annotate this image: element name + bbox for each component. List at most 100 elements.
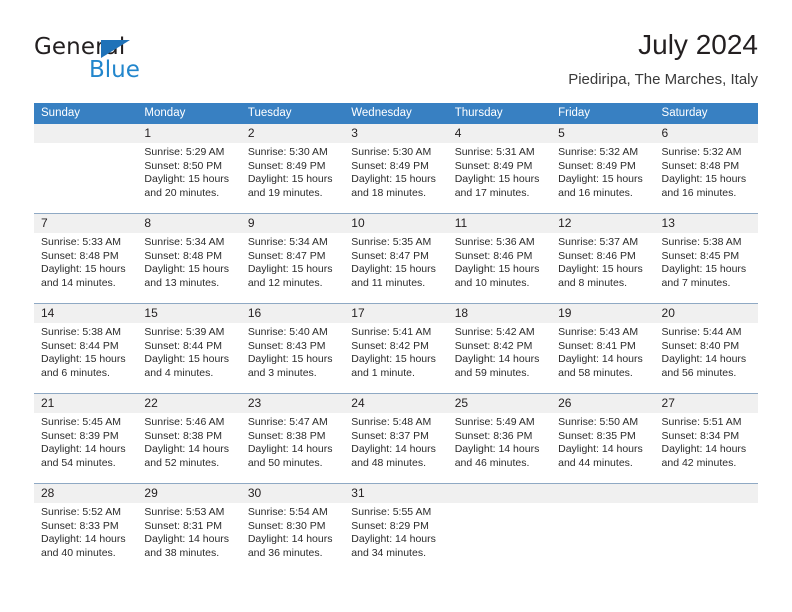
sunset-text: Sunset: 8:34 PM	[661, 429, 740, 442]
sunrise-text: Sunrise: 5:52 AM	[41, 506, 121, 518]
sunrise-text: Sunrise: 5:39 AM	[144, 326, 225, 338]
day-of-week-header: Sunday Monday Tuesday Wednesday Thursday Frid…	[34, 103, 758, 124]
day-number: 10	[351, 216, 365, 230]
day-number: 9	[247, 216, 255, 230]
calendar-day-cell-empty	[34, 124, 138, 213]
daylight-text-line2: and 58 minutes.	[558, 366, 633, 379]
calendar-day-cell[interactable]: 8 Sunrise: 5:34 AM Sunset: 8:48 PM Daylight…	[137, 214, 241, 303]
day-number: 18	[454, 306, 469, 320]
day-number: 13	[661, 216, 675, 230]
daylight-text-line2: and 19 minutes.	[247, 186, 323, 199]
calendar-day-cell[interactable]: 17 Sunrise: 5:41 AM Sunset: 8:42 PM Dayligh…	[344, 304, 448, 393]
daylight-text-line1: Daylight: 15 hours	[454, 263, 540, 276]
day-details: Sunrise: 5:48 AM Sunset: 8:37 PM Daylight:…	[351, 416, 444, 470]
day-number: 1	[144, 126, 152, 140]
sunrise-text: Sunrise: 5:38 AM	[41, 326, 121, 338]
daylight-text-line1: Daylight: 15 hours	[144, 173, 230, 186]
calendar-day-cell[interactable]: 1 Sunrise: 5:29 AM Sunset: 8:50 PM Daylight…	[137, 124, 241, 213]
calendar-day-cell[interactable]: 9 Sunrise: 5:34 AM Sunset: 8:47 PM Daylight…	[240, 214, 345, 303]
daylight-text-line2: and 4 minutes.	[144, 366, 214, 379]
calendar-day-cell[interactable]: 14 Sunrise: 5:38 AM Sunset: 8:44 PM Dayligh…	[34, 304, 138, 393]
day-number: 30	[247, 486, 262, 500]
calendar-day-cell[interactable]: 11 Sunrise: 5:36 AM Sunset: 8:46 PM Dayligh…	[447, 214, 552, 303]
calendar-day-cell[interactable]: 10 Sunrise: 5:35 AM Sunset: 8:47 PM Dayligh…	[344, 214, 448, 303]
daylight-text-line2: and 3 minutes.	[247, 366, 317, 379]
calendar-day-cell[interactable]: 29 Sunrise: 5:53 AM Sunset: 8:31 PM Dayligh…	[137, 484, 241, 573]
day-of-week-saturday: Saturday	[661, 107, 708, 119]
calendar-day-cell[interactable]: 16 Sunrise: 5:40 AM Sunset: 8:43 PM Dayligh…	[240, 304, 345, 393]
sunrise-text: Sunrise: 5:33 AM	[41, 236, 121, 248]
daylight-text-line1: Daylight: 14 hours	[144, 533, 230, 546]
calendar-day-cell[interactable]: 12 Sunrise: 5:37 AM Sunset: 8:46 PM Dayligh…	[551, 214, 655, 303]
calendar-day-cell[interactable]: 5 Sunrise: 5:32 AM Sunset: 8:49 PM Daylight…	[551, 124, 655, 213]
calendar-day-cell[interactable]: 3 Sunrise: 5:30 AM Sunset: 8:49 PM Daylight…	[344, 124, 448, 213]
day-details: Sunrise: 5:45 AM Sunset: 8:39 PM Daylight:…	[41, 416, 134, 470]
day-details: Sunrise: 5:30 AM Sunset: 8:49 PM Daylight:…	[248, 146, 341, 200]
sunrise-text: Sunrise: 5:32 AM	[661, 146, 742, 158]
calendar-day-cell[interactable]: 21 Sunrise: 5:45 AM Sunset: 8:39 PM Dayligh…	[34, 394, 138, 483]
day-details: Sunrise: 5:50 AM Sunset: 8:35 PM Daylight:…	[558, 416, 651, 470]
sunrise-text: Sunrise: 5:48 AM	[351, 416, 432, 428]
page-subtitle: Piediripa, The Marches, Italy	[568, 71, 758, 88]
sunset-text: Sunset: 8:48 PM	[661, 159, 740, 172]
calendar-day-cell[interactable]: 25 Sunrise: 5:49 AM Sunset: 8:36 PM Dayligh…	[447, 394, 552, 483]
day-details: Sunrise: 5:32 AM Sunset: 8:49 PM Daylight:…	[558, 146, 651, 200]
daylight-text-line1: Daylight: 15 hours	[144, 353, 230, 366]
sunrise-text: Sunrise: 5:41 AM	[351, 326, 432, 338]
day-details: Sunrise: 5:54 AM Sunset: 8:30 PM Daylight:…	[248, 506, 341, 560]
day-details: Sunrise: 5:32 AM Sunset: 8:48 PM Daylight:…	[662, 146, 755, 200]
daylight-text-line2: and 48 minutes.	[351, 456, 426, 469]
calendar-day-cell[interactable]: 15 Sunrise: 5:39 AM Sunset: 8:44 PM Dayligh…	[137, 304, 241, 393]
calendar-day-cell[interactable]: 19 Sunrise: 5:43 AM Sunset: 8:41 PM Dayligh…	[551, 304, 655, 393]
sunset-text: Sunset: 8:50 PM	[144, 159, 223, 172]
daylight-text-line1: Daylight: 14 hours	[144, 443, 230, 456]
day-number: 28	[41, 486, 55, 500]
calendar-day-cell[interactable]: 22 Sunrise: 5:46 AM Sunset: 8:38 PM Dayligh…	[137, 394, 241, 483]
calendar-day-cell[interactable]: 31 Sunrise: 5:55 AM Sunset: 8:29 PM Dayligh…	[344, 484, 448, 573]
sunrise-text: Sunrise: 5:35 AM	[351, 236, 432, 248]
daylight-text-line1: Daylight: 14 hours	[247, 533, 333, 546]
calendar-day-cell[interactable]: 26 Sunrise: 5:50 AM Sunset: 8:35 PM Dayligh…	[551, 394, 655, 483]
sunrise-text: Sunrise: 5:31 AM	[454, 146, 535, 158]
day-details: Sunrise: 5:33 AM Sunset: 8:48 PM Daylight:…	[41, 236, 134, 290]
title-block: July 2024 Piediripa, The Marches, Italy	[568, 28, 758, 90]
page-title: July 2024	[638, 29, 758, 60]
day-number: 25	[454, 396, 469, 410]
day-details: Sunrise: 5:40 AM Sunset: 8:43 PM Daylight:…	[248, 326, 341, 380]
day-number-band	[447, 484, 552, 503]
calendar-day-cell[interactable]: 6 Sunrise: 5:32 AM Sunset: 8:48 PM Daylight…	[654, 124, 758, 213]
daylight-text-line2: and 16 minutes.	[558, 186, 633, 199]
day-of-week-monday: Monday	[144, 107, 186, 119]
week-cells: 14 Sunrise: 5:38 AM Sunset: 8:44 PM Dayligh…	[34, 304, 758, 393]
daylight-text-line1: Daylight: 15 hours	[661, 173, 747, 186]
daylight-text-line1: Daylight: 14 hours	[247, 443, 333, 456]
day-details: Sunrise: 5:34 AM Sunset: 8:47 PM Daylight:…	[248, 236, 341, 290]
day-number: 22	[144, 396, 158, 410]
day-details: Sunrise: 5:30 AM Sunset: 8:49 PM Daylight:…	[351, 146, 444, 200]
calendar-day-cell[interactable]: 2 Sunrise: 5:30 AM Sunset: 8:49 PM Daylight…	[240, 124, 345, 213]
calendar-day-cell[interactable]: 30 Sunrise: 5:54 AM Sunset: 8:30 PM Dayligh…	[240, 484, 345, 573]
calendar-day-cell[interactable]: 28 Sunrise: 5:52 AM Sunset: 8:33 PM Dayligh…	[34, 484, 138, 573]
calendar-day-cell[interactable]: 4 Sunrise: 5:31 AM Sunset: 8:49 PM Daylight…	[447, 124, 552, 213]
sunrise-text: Sunrise: 5:30 AM	[351, 146, 432, 158]
sunset-text: Sunset: 8:43 PM	[247, 339, 326, 352]
sunset-text: Sunset: 8:39 PM	[41, 429, 119, 442]
calendar-day-cell[interactable]: 27 Sunrise: 5:51 AM Sunset: 8:34 PM Dayligh…	[654, 394, 758, 483]
sunset-text: Sunset: 8:49 PM	[454, 159, 533, 172]
calendar-week-row: 1 Sunrise: 5:29 AM Sunset: 8:50 PM Daylight…	[34, 124, 758, 213]
calendar-day-cell[interactable]: 13 Sunrise: 5:38 AM Sunset: 8:45 PM Dayligh…	[654, 214, 758, 303]
daylight-text-line1: Daylight: 14 hours	[454, 443, 540, 456]
calendar-day-cell[interactable]: 20 Sunrise: 5:44 AM Sunset: 8:40 PM Dayligh…	[654, 304, 758, 393]
day-number: 11	[454, 216, 468, 230]
calendar-day-cell[interactable]: 24 Sunrise: 5:48 AM Sunset: 8:37 PM Dayligh…	[344, 394, 448, 483]
calendar-day-cell[interactable]: 18 Sunrise: 5:42 AM Sunset: 8:42 PM Dayligh…	[447, 304, 552, 393]
sunrise-text: Sunrise: 5:53 AM	[144, 506, 225, 518]
daylight-text-line1: Daylight: 14 hours	[661, 353, 747, 366]
calendar-day-cell[interactable]: 23 Sunrise: 5:47 AM Sunset: 8:38 PM Dayligh…	[240, 394, 345, 483]
week-cells: 21 Sunrise: 5:45 AM Sunset: 8:39 PM Dayligh…	[34, 394, 758, 483]
calendar-day-cell[interactable]: 7 Sunrise: 5:33 AM Sunset: 8:48 PM Daylight…	[34, 214, 138, 303]
day-number-band	[34, 124, 138, 143]
day-of-week-wednesday: Wednesday	[351, 107, 412, 119]
general-blue-logo[interactable]: General Blue	[34, 34, 214, 86]
day-details: Sunrise: 5:39 AM Sunset: 8:44 PM Daylight:…	[144, 326, 237, 380]
